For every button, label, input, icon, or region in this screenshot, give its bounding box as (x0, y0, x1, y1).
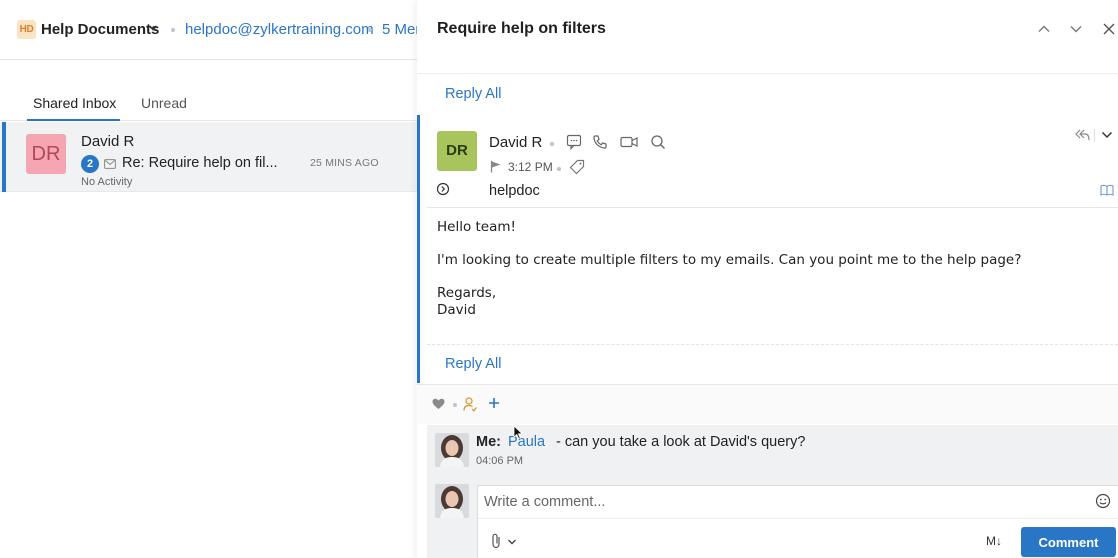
tab-shared-inbox[interactable]: Shared Inbox (33, 95, 116, 111)
tag-icon[interactable] (569, 159, 585, 175)
divider (427, 344, 1118, 345)
chevron-down-icon[interactable] (1101, 130, 1113, 140)
emoji-icon[interactable] (1095, 493, 1111, 509)
message-indicator (417, 115, 420, 383)
markdown-toggle[interactable]: M↓ (986, 534, 1002, 548)
book-icon[interactable] (1100, 184, 1114, 196)
separator-dot (171, 28, 175, 32)
heart-icon[interactable] (432, 398, 445, 410)
avatar: DR (26, 134, 66, 174)
conversation-subject: Re: Require help on fil... (122, 155, 278, 171)
comment-composer-area: M↓ Comment (427, 477, 1118, 558)
inbox-pane: HD Help Documents helpdoc@zylkertraining… (0, 0, 428, 558)
message-time: 3:12 PM (508, 160, 553, 174)
thread-count-badge: 2 (81, 155, 99, 173)
chevron-down-icon[interactable] (507, 538, 517, 546)
reply-all-link-top[interactable]: Reply All (445, 86, 501, 102)
chevron-down-icon[interactable] (1068, 21, 1084, 37)
divider (478, 518, 1118, 519)
reply-all-icon[interactable] (1074, 128, 1090, 142)
divider (427, 207, 1118, 208)
conversation-time: 25 MINS AGO (310, 157, 379, 169)
selected-indicator (2, 122, 6, 192)
comment-input[interactable] (484, 494, 1074, 510)
separator-dot (368, 28, 372, 32)
app-logo: HD (17, 20, 36, 39)
attachment-icon[interactable] (490, 533, 502, 549)
assign-user-icon[interactable] (463, 397, 477, 412)
reaction-bar (417, 384, 1118, 424)
close-icon[interactable] (1101, 21, 1117, 37)
message-line: Hello team! (437, 219, 516, 235)
message-body: Hello team! I'm looking to create multip… (437, 219, 1087, 335)
separator-dot (453, 403, 457, 407)
avatar (435, 433, 469, 467)
page-title: Require help on filters (437, 20, 606, 37)
comment-text: - can you take a look at David's query? (556, 434, 806, 450)
avatar: DR (437, 131, 477, 171)
chevron-down-icon[interactable] (148, 24, 158, 32)
chat-icon[interactable] (566, 134, 582, 150)
add-icon[interactable] (488, 397, 500, 409)
tab-unread[interactable]: Unread (141, 95, 187, 111)
inbox-email-link[interactable]: helpdoc@zylkertraining.com (185, 21, 374, 38)
avatar (435, 484, 469, 518)
detail-header: Require help on filters (417, 0, 1118, 74)
conversation-row[interactable]: DR David R 2 Re: Require help on fil... … (0, 122, 417, 192)
message-sender[interactable]: David R (489, 134, 542, 151)
message-line: I'm looking to create multiple filters t… (437, 252, 1022, 268)
message-recipient: helpdoc (489, 183, 540, 199)
comment-author: Me: (476, 434, 501, 450)
separator-dot (557, 167, 561, 171)
conversation-activity: No Activity (81, 176, 133, 188)
message-card: DR David R 3:12 PM helpdoc Hello team! I… (417, 115, 1118, 383)
conversation-sender: David R (81, 133, 135, 150)
comment-item: Me: Paula - can you take a look at David… (427, 425, 1118, 477)
inbox-tabs: Shared Inbox Unread (0, 86, 417, 121)
chevron-up-icon[interactable] (1036, 21, 1052, 37)
separator-dot (550, 142, 554, 146)
comment-composer: M↓ Comment (477, 485, 1118, 558)
mouse-cursor-icon (513, 425, 523, 440)
conversation-detail: Require help on filters Reply All DR Dav… (417, 0, 1118, 558)
app-switcher[interactable]: Help Documents (41, 21, 159, 38)
comment-button[interactable]: Comment (1021, 527, 1116, 557)
search-icon[interactable] (650, 134, 666, 150)
inbox-header: HD Help Documents helpdoc@zylkertraining… (0, 0, 428, 60)
expand-details-icon[interactable] (436, 182, 450, 196)
video-icon[interactable] (620, 134, 638, 150)
divider (1094, 129, 1095, 142)
active-tab-indicator (27, 119, 120, 121)
reply-all-link-bottom[interactable]: Reply All (445, 356, 501, 372)
message-line: Regards, (437, 285, 497, 301)
flag-icon[interactable] (490, 160, 502, 173)
phone-icon[interactable] (592, 134, 608, 150)
mail-icon (104, 159, 116, 169)
message-line: David (437, 302, 476, 318)
comment-time: 04:06 PM (476, 455, 524, 467)
